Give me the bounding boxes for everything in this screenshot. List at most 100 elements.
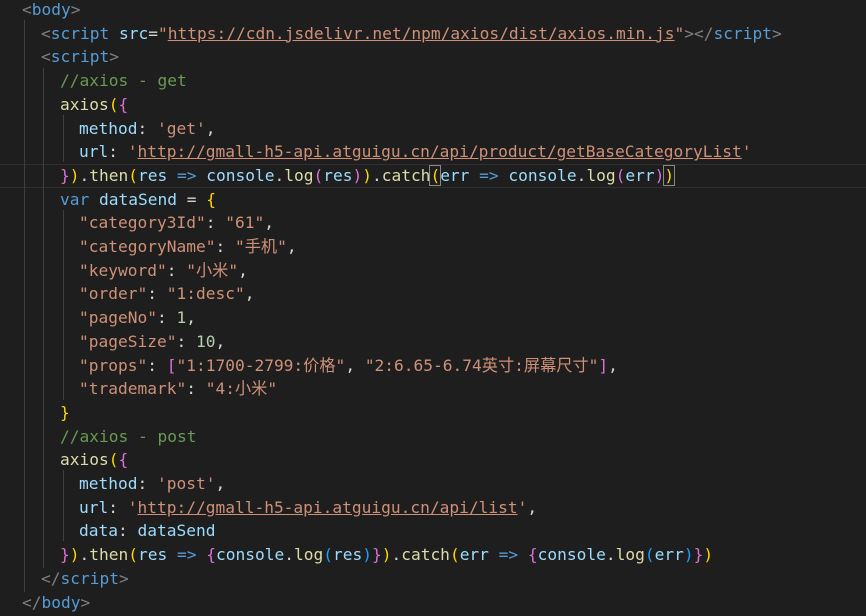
code-token: "keyword" — [79, 260, 167, 280]
code-token: res — [323, 165, 353, 185]
code-token: { — [206, 545, 216, 565]
code-line-body-close-tag: </body> — [22, 591, 90, 615]
code-line-script-open-tag: <script> — [41, 45, 119, 69]
code-line-pagesize-prop: "pageSize": 10, — [79, 330, 225, 354]
indent-guide — [43, 68, 44, 568]
code-line-axios-call-post: axios({ — [60, 448, 128, 472]
code-token: body — [31, 0, 71, 19]
code-token: ' — [127, 142, 138, 162]
code-token: log — [284, 165, 314, 185]
code-token: => — [469, 165, 509, 185]
code-token: , — [286, 237, 297, 256]
code-token: ] — [598, 355, 609, 375]
code-token: } — [60, 402, 70, 422]
code-token: => — [167, 165, 207, 185]
code-token: > — [80, 592, 91, 612]
code-token: { — [118, 94, 129, 114]
code-token: = — [148, 23, 158, 43]
code-token: > — [772, 23, 782, 43]
code-token: . — [371, 165, 382, 185]
code-token: . — [79, 545, 90, 565]
code-line-data-prop: data: dataSend — [79, 519, 215, 543]
code-line-script-src-line: <script src="https://cdn.jsdelivr.net/np… — [41, 22, 782, 46]
code-line-axios-call-get: axios({ — [60, 93, 128, 117]
code-token: var — [60, 189, 90, 209]
code-token: : — [205, 213, 226, 233]
code-token: 10 — [195, 331, 216, 351]
code-editor[interactable]: <body> <script src="https://cdn.jsdelivr.… — [0, 0, 866, 616]
code-token: then — [89, 545, 129, 565]
code-token: body — [41, 592, 81, 612]
code-token: . — [79, 165, 90, 185]
code-token: "trademark" — [79, 379, 187, 399]
code-token: ) — [352, 165, 363, 185]
code-line-category3id-prop: "category3Id": "61", — [79, 211, 274, 235]
code-token: > — [118, 568, 129, 588]
code-token: http://gmall-h5-api.atguigu.cn/api/produ… — [137, 142, 742, 162]
code-token: ) — [381, 545, 392, 565]
code-token: , — [205, 118, 216, 138]
code-token: console — [508, 165, 577, 185]
code-token: > — [70, 0, 81, 19]
code-token: console — [206, 165, 275, 185]
code-token: : — [176, 331, 196, 351]
code-token: ) — [654, 165, 665, 185]
code-token: catch — [381, 165, 431, 185]
code-line-keyword-prop: "keyword": "小米", — [79, 259, 248, 283]
code-token: catch — [401, 545, 450, 565]
code-token: src — [118, 23, 149, 43]
code-token: ( — [615, 165, 626, 185]
code-token: } — [371, 545, 382, 565]
code-line-then-catch-post: }).then(res => {console.log(res)}).catch… — [60, 543, 713, 567]
code-token: . — [284, 545, 294, 565]
code-token: ) — [362, 545, 372, 565]
code-token: . — [576, 165, 587, 185]
code-token: axios — [60, 94, 109, 114]
code-token: "order" — [79, 284, 148, 304]
code-token: ) — [663, 164, 676, 186]
indent-guide — [63, 115, 64, 162]
code-token: : — [186, 379, 206, 399]
code-token: = — [176, 189, 207, 209]
code-token: . — [391, 545, 402, 565]
code-token: ></ — [684, 23, 714, 43]
code-token: , — [264, 213, 274, 233]
code-token: "1:desc" — [166, 284, 245, 304]
code-token: axios — [60, 450, 109, 470]
code-token: : — [166, 260, 187, 280]
code-token: { — [206, 189, 216, 209]
code-token: ) — [362, 165, 372, 185]
code-token: < — [22, 0, 32, 19]
indent-guide — [63, 210, 64, 400]
code-token: ( — [644, 545, 655, 565]
code-token: => — [167, 545, 207, 565]
code-token: "小米" — [186, 260, 239, 280]
code-token: , — [345, 355, 365, 375]
code-line-object-close: } — [60, 401, 70, 425]
indent-guide — [24, 20, 25, 592]
code-token: , — [527, 497, 538, 517]
code-line-method-get: method: 'get', — [79, 117, 215, 141]
code-token: { — [527, 545, 538, 565]
code-token: err — [440, 165, 470, 185]
code-token: ' — [741, 142, 752, 162]
code-token: url — [79, 497, 109, 517]
code-token: ' — [517, 497, 528, 517]
code-token: "props" — [79, 355, 148, 375]
code-token: , — [215, 474, 226, 493]
code-token: script — [50, 47, 110, 67]
code-token: method — [79, 474, 138, 493]
code-token: : — [156, 308, 177, 328]
code-token: . — [274, 165, 285, 185]
code-token: ( — [128, 165, 138, 185]
code-line-comment-post: //axios - post — [60, 425, 196, 449]
code-token: < — [41, 23, 51, 43]
code-token: </ — [41, 568, 61, 588]
code-token: ( — [128, 545, 138, 565]
code-token: : — [108, 497, 128, 517]
code-token: 'post' — [156, 474, 216, 493]
code-token: } — [60, 545, 70, 565]
code-token: console — [537, 545, 606, 565]
